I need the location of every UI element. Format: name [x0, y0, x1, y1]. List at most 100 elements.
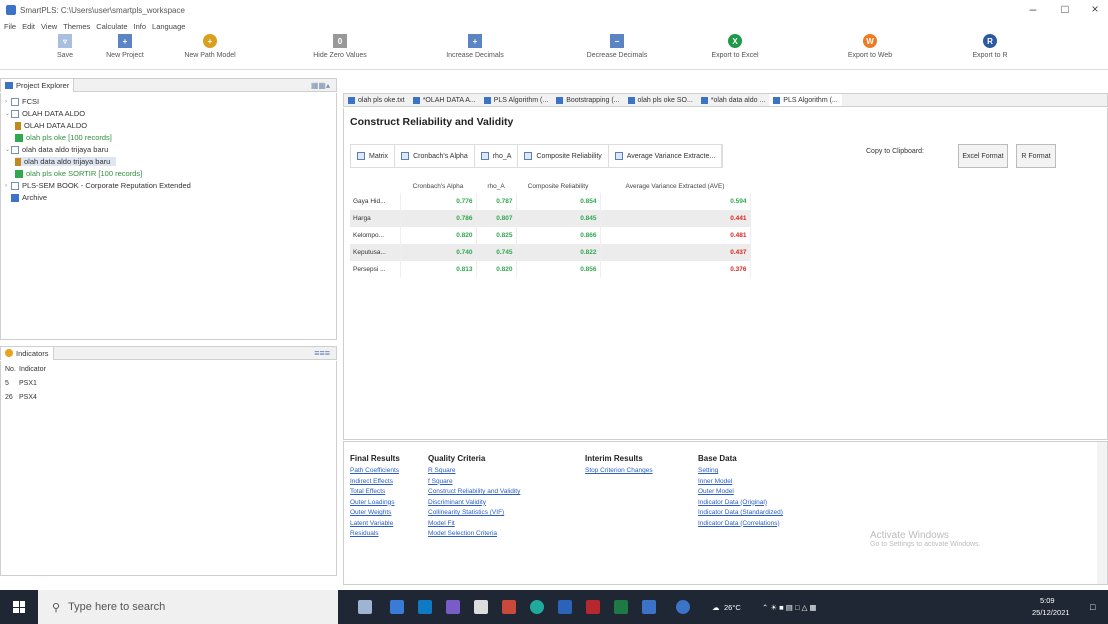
chrome-icon[interactable] — [676, 600, 690, 614]
link-construct-reliability[interactable]: Construct Reliability and Validity — [428, 487, 520, 498]
tab-pls-algorithm-2[interactable]: PLS Algorithm (... — [769, 94, 842, 106]
link-outer-model[interactable]: Outer Model — [698, 487, 783, 498]
project-explorer-tab[interactable]: Project Explorer — [1, 78, 75, 92]
clock-time[interactable]: 5:09 — [1040, 596, 1055, 605]
link-latent-variable[interactable]: Latent Variable — [350, 519, 400, 530]
subtab-rho-a[interactable]: rho_A — [475, 145, 519, 167]
link-total-effects[interactable]: Total Effects — [350, 487, 400, 498]
indicators-panel: No. Indicator 5 PSX1 26 PSX4 — [0, 361, 337, 576]
tab-bootstrapping[interactable]: Bootstrapping (... — [552, 94, 623, 106]
menu-bar: File Edit View Themes Calculate Info Lan… — [0, 20, 1108, 32]
link-inner-model[interactable]: Inner Model — [698, 477, 783, 488]
filter-icon[interactable]: ≡≡≡ — [314, 348, 330, 358]
tab-olah-pls-oke-txt[interactable]: olah pls oke.txt — [344, 94, 409, 106]
link-outer-weights[interactable]: Outer Weights — [350, 508, 400, 519]
tree-item-archive[interactable]: Archive — [5, 193, 47, 202]
tab-pls-algorithm-1[interactable]: PLS Algorithm (... — [480, 94, 552, 106]
r-format-button[interactable]: R Format — [1016, 144, 1056, 168]
link-indicator-data-correlations[interactable]: Indicator Data (Correlations) — [698, 519, 783, 530]
excel-taskbar-icon[interactable] — [614, 600, 628, 614]
subtab-ave[interactable]: Average Variance Extracte... — [609, 145, 723, 167]
menu-themes[interactable]: Themes — [63, 22, 90, 31]
tree-item-olah-data-aldo[interactable]: ⌄ OLAH DATA ALDO — [5, 109, 85, 118]
taskbar-search[interactable]: ⚲ Type here to search — [38, 590, 338, 624]
table-row[interactable]: Gaya Hid... 0.776 0.787 0.854 0.594 — [350, 193, 751, 210]
store-icon[interactable] — [418, 600, 432, 614]
link-indicator-data-original[interactable]: Indicator Data (Original) — [698, 498, 783, 509]
tree-item-model-trijaya-baru[interactable]: olah data aldo trijaya baru — [15, 157, 117, 166]
link-collinearity[interactable]: Collinearity Statistics (VIF) — [428, 508, 520, 519]
link-model-selection[interactable]: Model Selection Criteria — [428, 529, 520, 540]
edge-icon[interactable] — [530, 600, 544, 614]
file-icon — [348, 96, 355, 104]
path-model-icon — [15, 157, 21, 166]
tree-item-olah-data-aldo-trijaya-baru[interactable]: ⌄ olah data aldo trijaya baru — [5, 145, 108, 154]
table-row[interactable]: Harga 0.786 0.807 0.845 0.441 — [350, 210, 751, 227]
tree-item-model-olah-data-aldo[interactable]: OLAH DATA ALDO — [15, 121, 87, 130]
link-residuals[interactable]: Residuals — [350, 529, 400, 540]
link-setting[interactable]: Setting — [698, 466, 783, 477]
smartpls-taskbar-icon[interactable] — [642, 600, 656, 614]
link-indirect-effects[interactable]: Indirect Effects — [350, 477, 400, 488]
tab-olah-data-a[interactable]: *OLAH DATA A... — [409, 94, 480, 106]
tab-olah-data-aldo[interactable]: *olah data aldo ... — [697, 94, 770, 106]
link-f-square[interactable]: f Square — [428, 477, 520, 488]
app-icon[interactable] — [586, 600, 600, 614]
menu-file[interactable]: File — [4, 22, 16, 31]
indicator-row[interactable]: 5 PSX1 — [5, 380, 37, 387]
tree-item-dataset-olah-pls-oke[interactable]: olah pls oke [100 records] — [15, 133, 112, 142]
maximize-button[interactable]: □ — [1050, 2, 1080, 16]
menu-calculate[interactable]: Calculate — [96, 22, 127, 31]
reliability-table: Cronbach's Alpha rho_A Composite Reliabi… — [350, 179, 751, 278]
link-discriminant-validity[interactable]: Discriminant Validity — [428, 498, 520, 509]
task-view-icon[interactable] — [358, 600, 372, 614]
link-model-fit[interactable]: Model Fit — [428, 519, 520, 530]
report-subtabs: Matrix Cronbach's Alpha rho_A Composite … — [350, 144, 724, 168]
tree-item-dataset-sortir[interactable]: olah pls oke SORTIR [100 records] — [15, 169, 142, 178]
close-button[interactable]: × — [1080, 2, 1108, 16]
word-icon[interactable] — [558, 600, 572, 614]
table-row[interactable]: Keputusa... 0.740 0.745 0.822 0.437 — [350, 244, 751, 261]
excel-format-button[interactable]: Excel Format — [958, 144, 1008, 168]
export-web-button[interactable]: W Export to Web — [835, 34, 905, 59]
link-indicator-data-standardized[interactable]: Indicator Data (Standardized) — [698, 508, 783, 519]
link-stop-criterion[interactable]: Stop Criterion Changes — [585, 466, 653, 477]
model-icon — [700, 96, 708, 104]
tab-olah-pls-oke-so[interactable]: olah pls oke SO... — [624, 94, 697, 106]
indicators-tab[interactable]: Indicators — [1, 346, 54, 360]
tree-item-pls-sem-book[interactable]: › PLS-SEM BOOK - Corporate Reputation Ext… — [5, 181, 191, 190]
app-icon[interactable] — [474, 600, 488, 614]
file-explorer-icon[interactable] — [390, 600, 404, 614]
menu-view[interactable]: View — [41, 22, 57, 31]
link-outer-loadings[interactable]: Outer Loadings — [350, 498, 400, 509]
menu-language[interactable]: Language — [152, 22, 185, 31]
start-button[interactable] — [0, 590, 38, 624]
app-icon[interactable] — [502, 600, 516, 614]
new-project-button[interactable]: + New Project — [90, 34, 160, 59]
increase-decimals-button[interactable]: + Increase Decimals — [440, 34, 510, 59]
new-path-model-button[interactable]: + New Path Model — [175, 34, 245, 59]
minimize-button[interactable]: – — [1018, 2, 1048, 16]
tree-item-fcsi[interactable]: › FCSI — [5, 97, 39, 106]
panel-controls-icon[interactable]: ▦▦▴ — [311, 81, 330, 90]
tray-icons[interactable]: ⌃ ☀ ■ ▤ □ △ ▦ — [762, 603, 817, 612]
subtab-composite-reliability[interactable]: Composite Reliability — [518, 145, 609, 167]
subtab-matrix[interactable]: Matrix — [351, 145, 396, 167]
menu-info[interactable]: Info — [134, 22, 147, 31]
notification-icon[interactable]: □ — [1090, 602, 1095, 612]
hide-zero-values-button[interactable]: 0 Hide Zero Values — [305, 34, 375, 59]
indicator-row[interactable]: 26 PSX4 — [5, 394, 37, 401]
export-r-button[interactable]: R Export to R — [955, 34, 1025, 59]
taskbar: ⚲ Type here to search — [0, 590, 1108, 624]
export-excel-button[interactable]: X Export to Excel — [700, 34, 770, 59]
menu-edit[interactable]: Edit — [22, 22, 35, 31]
clock-date[interactable]: 25/12/2021 — [1032, 608, 1070, 617]
link-path-coefficients[interactable]: Path Coefficients — [350, 466, 400, 477]
scrollbar[interactable] — [1097, 442, 1107, 584]
table-row[interactable]: Kelompo... 0.820 0.825 0.866 0.481 — [350, 227, 751, 244]
link-r-square[interactable]: R Square — [428, 466, 520, 477]
table-row[interactable]: Persepsi ... 0.813 0.820 0.856 0.376 — [350, 261, 751, 278]
app-icon[interactable] — [446, 600, 460, 614]
subtab-cronbachs-alpha[interactable]: Cronbach's Alpha — [395, 145, 475, 167]
decrease-decimals-button[interactable]: − Decrease Decimals — [582, 34, 652, 59]
